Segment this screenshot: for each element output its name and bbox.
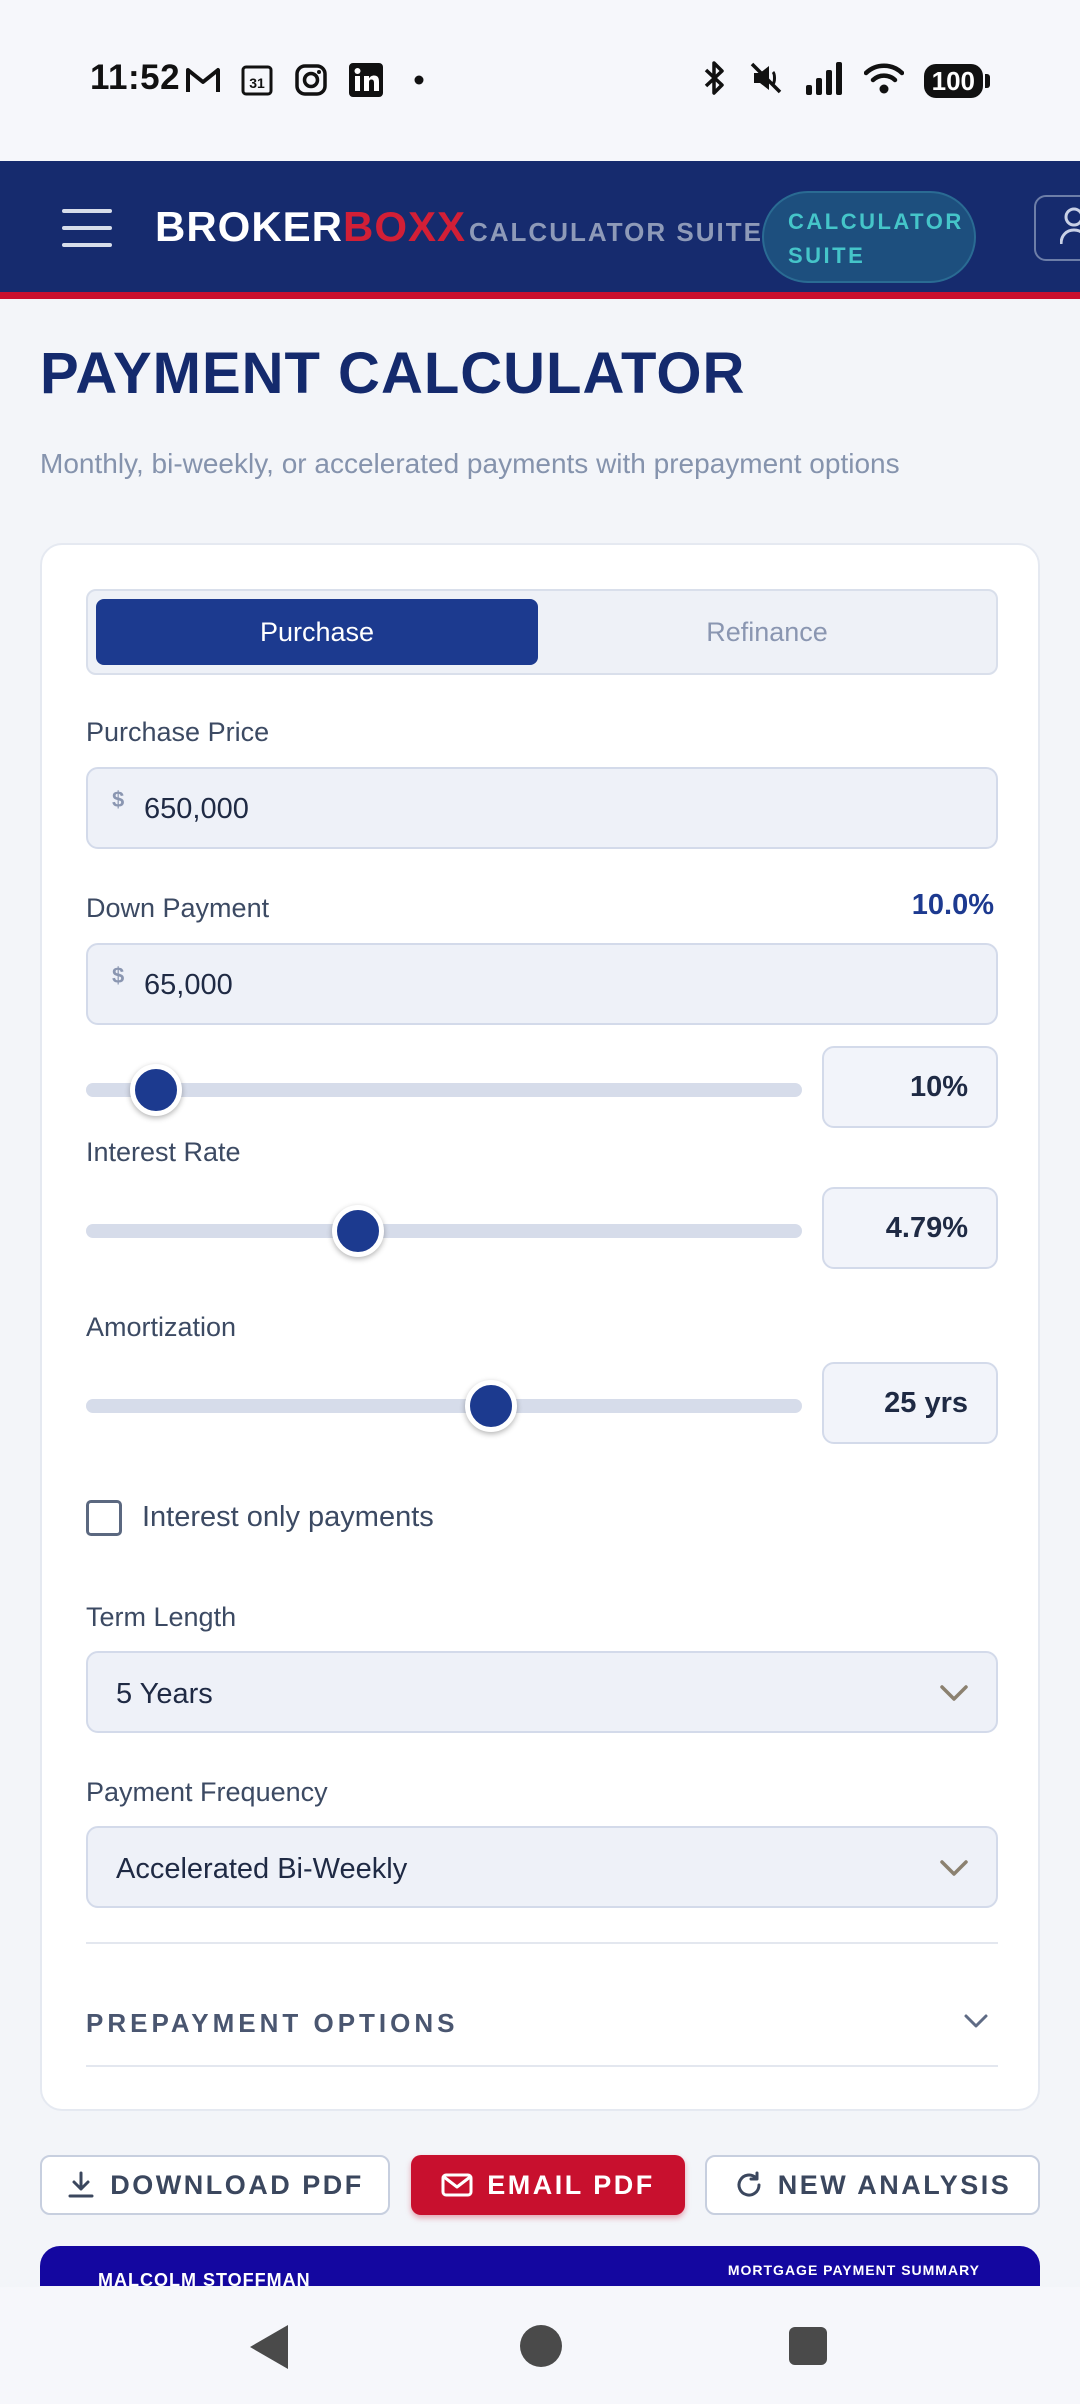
interest-rate-slider[interactable] [86,1205,802,1257]
email-pdf-button[interactable]: EMAIL PDF [411,2155,685,2215]
dot-icon [414,62,424,98]
recents-icon[interactable] [789,2327,827,2365]
calendar-icon: 31 [240,62,274,98]
tab-refinance[interactable]: Refinance [542,599,992,665]
download-icon [68,2171,94,2198]
down-payment-slider[interactable] [86,1064,802,1116]
amortization-slider[interactable] [86,1380,802,1432]
down-payment-slider-thumb[interactable] [130,1064,182,1116]
tab-purchase[interactable]: Purchase [96,599,538,665]
down-payment-label: Down Payment [86,893,270,923]
summary-banner: MALCOLM STOFFMAN MORTGAGE PAYMENT SUMMAR… [40,2246,1040,2286]
chevron-down-icon[interactable] [958,2003,994,2039]
interest-rate-value[interactable]: 4.79% [822,1187,998,1269]
bluetooth-icon [702,60,728,101]
payment-frequency-select[interactable]: Accelerated Bi-Weekly [86,1826,998,1908]
purchase-price-value: 650,000 [144,793,249,825]
battery-icon: 100 [923,63,990,98]
divider [86,1942,998,1944]
purchase-price-input[interactable]: $ 650,000 [86,767,998,849]
summary-broker-name: MALCOLM STOFFMAN [98,2270,311,2286]
interest-rate-label: Interest Rate [86,1137,241,1167]
instagram-icon [294,62,328,98]
linkedin-icon [348,62,384,98]
system-nav-bar [0,2287,1080,2404]
svg-text:31: 31 [249,75,265,91]
calculator-card: Purchase Refinance Purchase Price $ 650,… [40,543,1040,2111]
purchase-price-label: Purchase Price [86,717,270,747]
new-analysis-button[interactable]: NEW ANALYSIS [705,2155,1040,2215]
term-length-value: 5 Years [116,1678,213,1710]
payment-frequency-label: Payment Frequency [86,1777,328,1807]
currency-symbol: $ [112,963,125,988]
amortization-slider-thumb[interactable] [465,1380,517,1432]
interest-only-label[interactable]: Interest only payments [142,1501,434,1534]
gmail-icon [185,62,221,98]
page-subtitle: Monthly, bi-weekly, or accelerated payme… [40,448,900,479]
chevron-down-icon [940,1860,968,1876]
refresh-icon [737,2171,761,2197]
app-header: BROKERBOXX CALCULATOR SUITE CALCULATOR S… [0,161,1080,299]
home-icon[interactable] [520,2325,562,2367]
currency-symbol: $ [112,787,125,812]
amortization-value[interactable]: 25 yrs [822,1362,998,1444]
signal-icon [804,61,844,100]
mail-icon [441,2173,473,2197]
interest-rate-slider-thumb[interactable] [332,1205,384,1257]
status-bar: 11:52 31 100 [0,0,1080,161]
wifi-icon [863,61,904,100]
amortization-label: Amortization [86,1312,237,1342]
down-payment-input[interactable]: $ 65,000 [86,943,998,1025]
mute-icon [748,60,784,101]
term-length-label: Term Length [86,1602,237,1632]
summary-title: MORTGAGE PAYMENT SUMMARY [727,2262,980,2278]
user-icon [1059,206,1080,251]
prepayment-options-toggle[interactable]: PREPAYMENT OPTIONS [86,2008,459,2039]
chevron-down-icon [940,1685,968,1701]
back-icon[interactable] [250,2325,288,2369]
menu-icon[interactable] [62,209,112,247]
download-pdf-button[interactable]: DOWNLOAD PDF [40,2155,390,2215]
user-button[interactable] [1034,195,1080,261]
status-time: 11:52 [90,58,181,97]
brand-subtitle: CALCULATOR SUITE [469,217,763,247]
page-title: PAYMENT CALCULATOR [40,341,746,406]
down-payment-slider-value[interactable]: 10% [822,1046,998,1128]
down-payment-percent: 10.0% [911,889,994,921]
down-payment-value: 65,000 [144,969,233,1001]
calculator-suite-pill[interactable]: CALCULATOR SUITE [762,191,976,283]
term-length-select[interactable]: 5 Years [86,1651,998,1733]
divider [86,2065,998,2067]
payment-frequency-value: Accelerated Bi-Weekly [116,1853,408,1885]
brand-logo[interactable]: BROKERBOXX [155,203,466,251]
purchase-refinance-toggle: Purchase Refinance [86,589,998,675]
interest-only-checkbox[interactable] [86,1500,122,1536]
